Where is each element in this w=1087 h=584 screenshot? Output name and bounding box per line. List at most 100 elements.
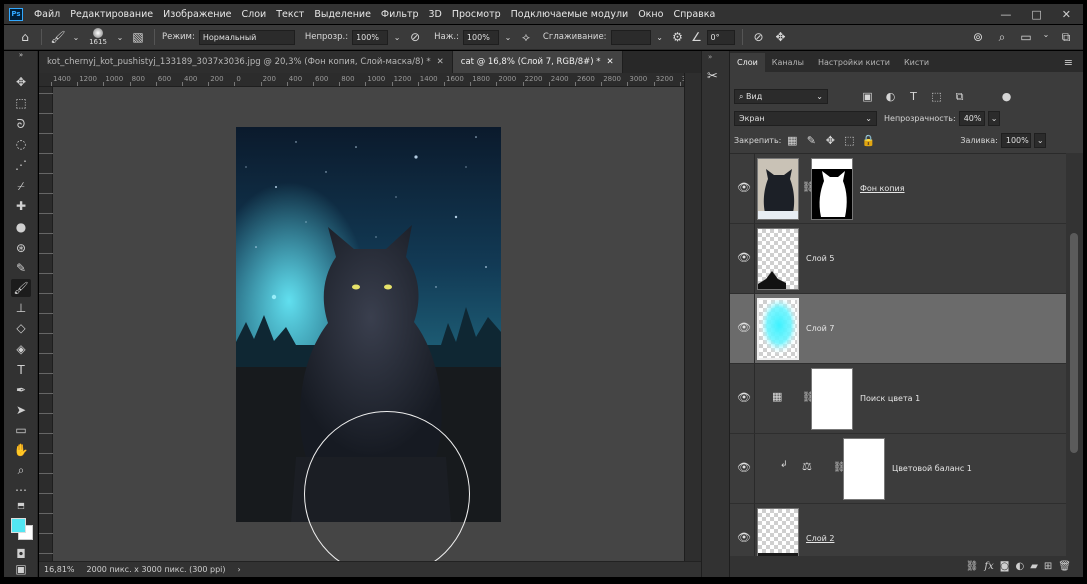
chevron-down-icon[interactable]: ⌄ [392, 33, 402, 42]
lasso-alt-tool-icon[interactable]: ◌ [11, 135, 31, 153]
filter-adjustment-icon[interactable]: ◐ [881, 90, 900, 103]
symmetry-icon[interactable]: ✥ [772, 30, 790, 44]
chevron-down-icon[interactable]: ⌄ [115, 33, 125, 42]
pen-brush-tool-icon[interactable]: ✎ [11, 259, 31, 277]
menu-item[interactable]: Справка [668, 9, 720, 20]
layer-row-layer-2[interactable]: 👁 Слой 2 [730, 504, 1066, 556]
chevron-down-icon[interactable]: ⌄ [503, 33, 513, 42]
healing-tool-icon[interactable]: ✚ [11, 197, 31, 215]
lock-pixels-icon[interactable]: ✎ [803, 134, 819, 147]
canvas-area[interactable] [53, 87, 684, 561]
blend-mode-select[interactable]: Экран ⌄ [734, 111, 877, 126]
tab-layers[interactable]: Слои [730, 53, 765, 72]
chevron-down-icon[interactable]: ⌄ [1041, 30, 1051, 45]
layer-name[interactable]: Слой 7 [806, 324, 834, 333]
screen-mode-icon[interactable]: ▣ [11, 562, 31, 576]
rectangle-tool-icon[interactable]: ▭ [11, 421, 31, 439]
fill-field[interactable]: 100% [1000, 133, 1031, 148]
close-button[interactable]: ✕ [1062, 8, 1071, 21]
layers-scrollbar[interactable] [1066, 153, 1083, 556]
lock-artboard-icon[interactable]: ⬚ [841, 134, 857, 147]
opacity-field[interactable]: 40% [958, 111, 985, 126]
pressure-opacity-icon[interactable]: ⊘ [406, 30, 424, 44]
visibility-eye-icon[interactable]: 👁 [737, 392, 751, 404]
menu-item[interactable]: Текст [271, 9, 309, 20]
new-group-icon[interactable]: ▰ [1030, 561, 1038, 572]
smoothing-field[interactable] [610, 29, 651, 45]
visibility-eye-icon[interactable]: 👁 [737, 462, 751, 474]
tools-preset-icon[interactable]: ✂ [707, 69, 718, 84]
layer-mask-thumbnail[interactable] [843, 438, 885, 500]
color-balance-icon[interactable]: ⚖ [802, 460, 812, 473]
visibility-eye-icon[interactable]: 👁 [737, 252, 751, 264]
brush-settings-icon[interactable]: ▧ [129, 30, 147, 44]
filter-toggle-icon[interactable]: ● [997, 90, 1016, 103]
foreground-color-swatch[interactable] [11, 518, 26, 533]
menu-item[interactable]: Файл [29, 9, 65, 20]
menu-item[interactable]: 3D [424, 9, 447, 20]
layer-thumbnail[interactable] [757, 298, 799, 360]
menu-item[interactable]: Просмотр [447, 9, 506, 20]
search-icon[interactable]: ⌕ [993, 30, 1011, 45]
opacity-dropdown[interactable]: ⌄ [987, 111, 1000, 126]
layer-row-color-balance[interactable]: 👁 ↲ ⚖ ⛓ Цветовой баланс 1 [730, 434, 1066, 504]
filter-smart-icon[interactable]: ⧉ [950, 90, 969, 104]
quick-select-tool-icon[interactable]: ⋰ [11, 156, 31, 174]
layer-name[interactable]: Поиск цвета 1 [860, 394, 920, 403]
scrollbar-thumb[interactable] [1070, 233, 1078, 453]
trash-icon[interactable]: 🗑 [1058, 561, 1071, 572]
new-adjustment-icon[interactable]: ◐ [1015, 561, 1024, 572]
pen-tool-icon[interactable]: ✒ [11, 381, 31, 399]
document-image[interactable] [236, 127, 501, 522]
close-tab-icon[interactable]: ✕ [437, 57, 444, 67]
fx-icon[interactable]: fx [984, 561, 993, 572]
eyedropper-tool-icon[interactable]: ⌿ [11, 177, 31, 195]
layer-row-layer-5[interactable]: 👁 Слой 5 [730, 224, 1066, 294]
default-colors-icon[interactable]: ⬒ [11, 497, 31, 515]
type-tool-icon[interactable]: T [11, 361, 31, 379]
layer-row-layer-7[interactable]: 👁 Слой 7 [730, 294, 1066, 364]
collapse-icon[interactable]: » [708, 53, 712, 61]
canvas-scrollbar[interactable] [684, 73, 701, 561]
zoom-level[interactable]: 16,81% [44, 565, 75, 574]
link-layers-icon[interactable]: ⛓ [966, 561, 979, 572]
filter-shape-icon[interactable]: ⬚ [927, 90, 946, 103]
layer-name[interactable]: Слой 5 [806, 254, 834, 263]
layer-row-color-lookup[interactable]: 👁 ▦ ⛓ Поиск цвета 1 [730, 364, 1066, 434]
opacity-field[interactable]: 100% [352, 29, 389, 45]
bucket-tool-icon[interactable]: ◈ [11, 340, 31, 358]
menu-item[interactable]: Слои [236, 9, 271, 20]
layer-row-background-copy[interactable]: 👁 ⛓ Фон копия [730, 154, 1066, 224]
lock-all-icon[interactable]: 🔒 [860, 134, 876, 147]
hand-tool-icon[interactable]: ✋ [11, 441, 31, 459]
close-tab-icon[interactable]: ✕ [607, 57, 614, 67]
flow-field[interactable]: 100% [462, 29, 499, 45]
lock-transparent-icon[interactable]: ▦ [784, 134, 800, 147]
brush-tool-icon[interactable]: 🖌 [49, 30, 67, 44]
path-select-tool-icon[interactable]: ➤ [11, 401, 31, 419]
visibility-eye-icon[interactable]: 👁 [737, 532, 751, 544]
menu-item[interactable]: Фильтр [376, 9, 424, 20]
pressure-size-icon[interactable]: ⊘ [750, 30, 768, 44]
visibility-eye-icon[interactable]: 👁 [737, 182, 751, 194]
fill-dropdown[interactable]: ⌄ [1033, 133, 1046, 148]
layer-filter-select[interactable]: ⌕ Вид ⌄ [734, 89, 828, 104]
brush-preset-picker[interactable]: 1615 [85, 28, 111, 46]
visibility-eye-icon[interactable]: 👁 [737, 322, 751, 334]
layer-mask-thumbnail[interactable] [811, 368, 853, 430]
eraser-tool-icon[interactable]: ◇ [11, 319, 31, 337]
tab-brush-settings[interactable]: Настройки кисти [811, 53, 897, 72]
color-lookup-grid-icon[interactable]: ▦ [772, 390, 782, 403]
panel-menu-icon[interactable]: ≡ [1064, 53, 1083, 72]
tab-brushes[interactable]: Кисти [897, 53, 936, 72]
lock-position-icon[interactable]: ✥ [822, 134, 838, 147]
document-tab-active[interactable]: cat @ 16,8% (Слой 7, RGB/8#) * ✕ [452, 51, 623, 73]
angle-field[interactable]: 0° [706, 29, 735, 45]
share-icon[interactable]: ⊚ [969, 30, 987, 45]
layer-name[interactable]: Слой 2 [806, 534, 834, 543]
layer-thumbnail[interactable] [757, 158, 799, 220]
gear-icon[interactable]: ⚙ [669, 30, 687, 44]
spot-tool-icon[interactable]: ● [11, 218, 31, 236]
workspace-icon[interactable]: ▭ [1017, 30, 1035, 45]
menu-item[interactable]: Редактирование [65, 9, 158, 20]
